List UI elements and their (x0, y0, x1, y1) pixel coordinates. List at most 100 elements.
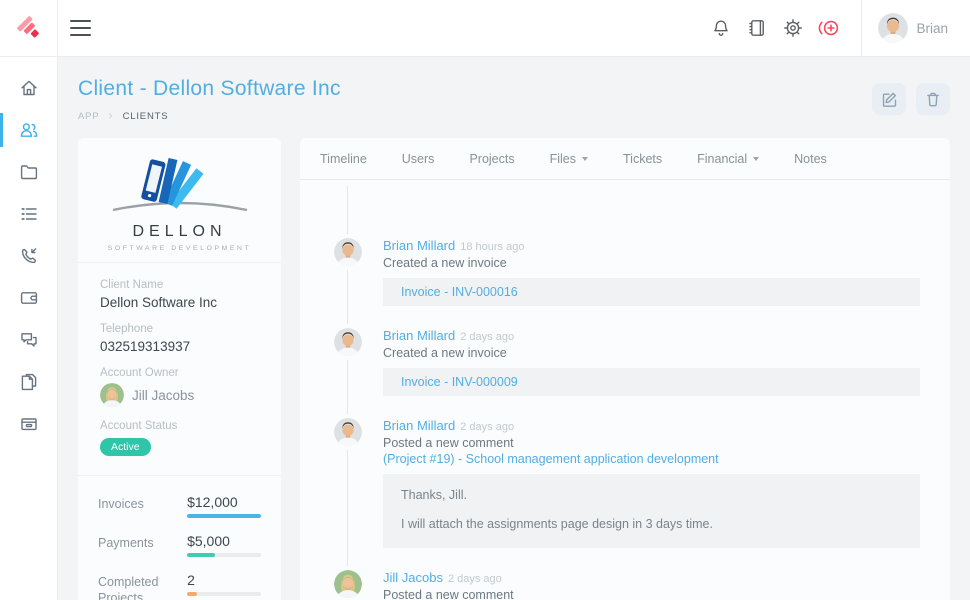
app-logo-icon (16, 15, 42, 41)
sidebar-item-payments[interactable] (0, 277, 57, 319)
timeline: Brian Millard 18 hours ago Created a new … (300, 180, 950, 600)
field-label-client-name: Client Name (100, 279, 259, 291)
entry-author-link[interactable]: Brian Millard (383, 418, 455, 433)
breadcrumb-current[interactable]: CLIENTS (123, 111, 169, 122)
chevron-down-icon (753, 157, 759, 161)
home-icon (19, 78, 39, 98)
client-detail-panel: Timeline Users Projects Files Tickets Fi… (300, 138, 950, 600)
tab-bar: Timeline Users Projects Files Tickets Fi… (300, 138, 950, 180)
folder-icon (19, 162, 39, 182)
tab-tickets[interactable]: Tickets (623, 152, 662, 166)
stat-payments-bar (187, 553, 261, 557)
entry-action: Posted a new comment (383, 435, 920, 451)
status-badge: Active (100, 438, 151, 456)
client-logo-graphic (105, 152, 255, 216)
entry-action: Created a new invoice (383, 255, 920, 271)
user-menu[interactable]: Brian (862, 13, 970, 43)
comment-line: I will attach the assignments page desig… (401, 516, 902, 532)
breadcrumb: APP › CLIENTS (78, 110, 341, 122)
sidebar-item-projects[interactable] (0, 151, 57, 193)
client-summary-card: DELLON SOFTWARE DEVELOPMENT Client Name … (78, 138, 281, 600)
field-label-account-owner: Account Owner (100, 367, 259, 379)
entry-avatar (334, 570, 362, 598)
stat-completed-projects: Completed Projects 2 (98, 572, 261, 600)
stat-invoices: Invoices $12,000 (98, 494, 261, 518)
field-value-account-owner: Jill Jacobs (132, 388, 194, 403)
timeline-entry: Jill Jacobs 2 days ago Posted a new comme… (334, 570, 920, 600)
entry-avatar (334, 238, 362, 266)
list-icon (19, 204, 39, 224)
entry-avatar (334, 328, 362, 356)
comment-box: Thanks, Jill. I will attach the assignme… (383, 474, 920, 548)
menu-toggle-icon[interactable] (70, 8, 110, 48)
stat-invoices-value: $12,000 (187, 494, 261, 510)
entry-action: Created a new invoice (383, 345, 920, 361)
tab-users[interactable]: Users (402, 152, 435, 166)
entry-timestamp: 2 days ago (448, 573, 502, 585)
pages-icon (19, 372, 39, 392)
stat-invoices-bar (187, 514, 261, 518)
tab-projects[interactable]: Projects (469, 152, 514, 166)
quick-add-button[interactable] (811, 10, 847, 46)
entry-avatar (334, 418, 362, 446)
invoice-link[interactable]: Invoice - INV-000009 (383, 368, 920, 396)
entry-action: Posted a new comment (383, 587, 920, 600)
entry-author-link[interactable]: Jill Jacobs (383, 570, 443, 585)
stat-payments: Payments $5,000 (98, 533, 261, 557)
breadcrumb-root[interactable]: APP (78, 111, 99, 122)
stat-completed-projects-bar (187, 592, 261, 596)
notifications-bell-icon[interactable] (703, 10, 739, 46)
project-link[interactable]: (Project #19) - School management applic… (383, 452, 920, 467)
client-logo-tagline: SOFTWARE DEVELOPMENT (88, 245, 271, 252)
stat-completed-projects-value: 2 (187, 572, 261, 588)
tab-timeline[interactable]: Timeline (320, 152, 367, 166)
breadcrumb-separator: › (109, 110, 113, 122)
phone-incoming-icon (19, 246, 39, 266)
sidebar-nav (0, 57, 58, 600)
wallet-icon (19, 288, 39, 308)
timeline-entry: Brian Millard 18 hours ago Created a new … (334, 238, 920, 306)
edit-client-button[interactable] (872, 83, 906, 115)
sidebar-item-messages[interactable] (0, 319, 57, 361)
top-bar: Brian (0, 0, 970, 57)
sidebar-item-archive[interactable] (0, 403, 57, 445)
stat-payments-value: $5,000 (187, 533, 261, 549)
owner-avatar (100, 383, 124, 407)
tab-files[interactable]: Files (550, 152, 588, 166)
comment-line: Thanks, Jill. (401, 487, 902, 503)
tab-financial[interactable]: Financial (697, 152, 759, 166)
entry-author-link[interactable]: Brian Millard (383, 328, 455, 343)
entry-author-link[interactable]: Brian Millard (383, 238, 455, 253)
entry-timestamp: 2 days ago (460, 421, 514, 433)
field-label-account-status: Account Status (100, 420, 259, 432)
user-avatar (878, 13, 908, 43)
sidebar-item-tasks[interactable] (0, 193, 57, 235)
timeline-entry: Brian Millard 2 days ago Created a new in… (334, 328, 920, 396)
users-icon (19, 120, 39, 140)
delete-client-button[interactable] (916, 83, 950, 115)
app-logo[interactable] (0, 0, 58, 57)
chevron-down-icon (582, 157, 588, 161)
notebook-icon[interactable] (739, 10, 775, 46)
user-name: Brian (916, 21, 948, 36)
trash-icon (924, 90, 942, 108)
edit-pencil-icon (880, 90, 898, 108)
sidebar-item-home[interactable] (0, 67, 57, 109)
invoice-link[interactable]: Invoice - INV-000016 (383, 278, 920, 306)
tab-notes[interactable]: Notes (794, 152, 827, 166)
page-title: Client - Dellon Software Inc (78, 77, 341, 101)
main-content: Client - Dellon Software Inc APP › CLIEN… (58, 57, 970, 600)
field-label-telephone: Telephone (100, 323, 259, 335)
field-value-client-name: Dellon Software Inc (100, 295, 259, 310)
client-logo: DELLON SOFTWARE DEVELOPMENT (78, 138, 281, 263)
client-logo-name: DELLON (88, 223, 271, 241)
chat-bubbles-icon (19, 330, 39, 350)
settings-gear-icon[interactable] (775, 10, 811, 46)
sidebar-item-calls[interactable] (0, 235, 57, 277)
entry-timestamp: 2 days ago (460, 331, 514, 343)
sidebar-item-documents[interactable] (0, 361, 57, 403)
timeline-entry: Brian Millard 2 days ago Posted a new com… (334, 418, 920, 548)
entry-timestamp: 18 hours ago (460, 241, 524, 253)
archive-box-icon (19, 414, 39, 434)
sidebar-item-clients[interactable] (0, 109, 57, 151)
